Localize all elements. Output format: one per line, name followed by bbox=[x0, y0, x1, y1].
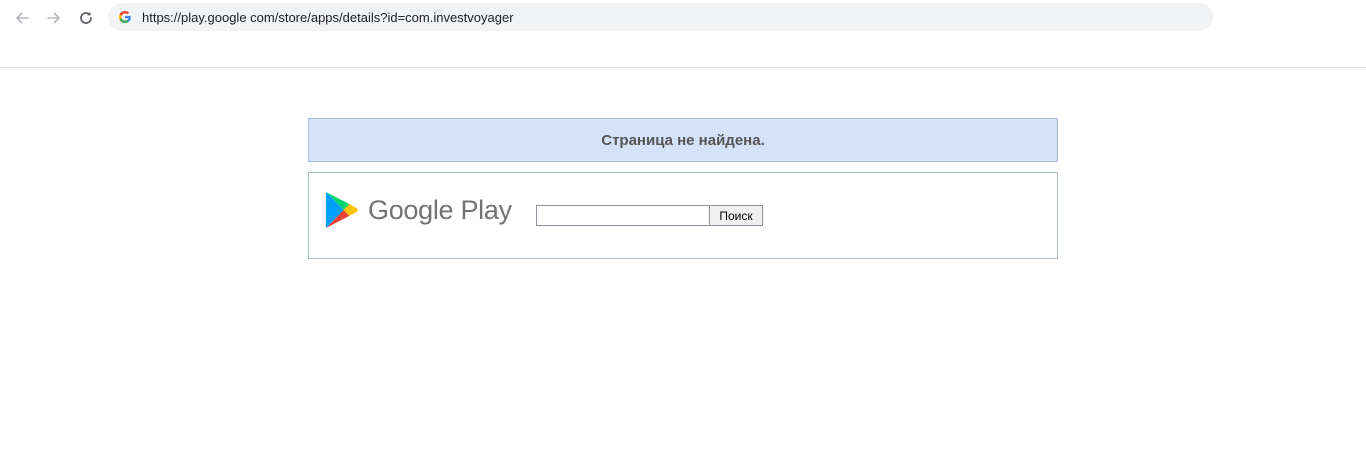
search-button[interactable]: Поиск bbox=[709, 205, 763, 226]
google-g-icon bbox=[118, 10, 131, 24]
address-bar-url: https://play.google com/store/apps/detai… bbox=[142, 10, 514, 25]
google-play-logo[interactable]: Google Play bbox=[325, 191, 512, 229]
back-button[interactable] bbox=[8, 4, 36, 32]
toolbar-divider bbox=[0, 67, 1366, 68]
not-found-banner: Страница не найдена. bbox=[308, 118, 1058, 162]
reload-button[interactable] bbox=[72, 4, 100, 32]
arrow-right-icon bbox=[47, 12, 60, 24]
not-found-message: Страница не найдена. bbox=[601, 131, 765, 149]
google-play-triangle-icon bbox=[325, 192, 358, 228]
search-input[interactable] bbox=[536, 205, 710, 226]
arrow-left-icon bbox=[16, 12, 29, 24]
search-panel: Google Play Поиск bbox=[308, 172, 1058, 259]
google-play-logo-text: Google Play bbox=[368, 194, 512, 225]
address-bar[interactable]: https://play.google com/store/apps/detai… bbox=[108, 3, 1213, 31]
forward-button[interactable] bbox=[40, 4, 68, 32]
browser-toolbar: https://play.google com/store/apps/detai… bbox=[0, 0, 1366, 36]
reload-icon bbox=[80, 11, 92, 24]
